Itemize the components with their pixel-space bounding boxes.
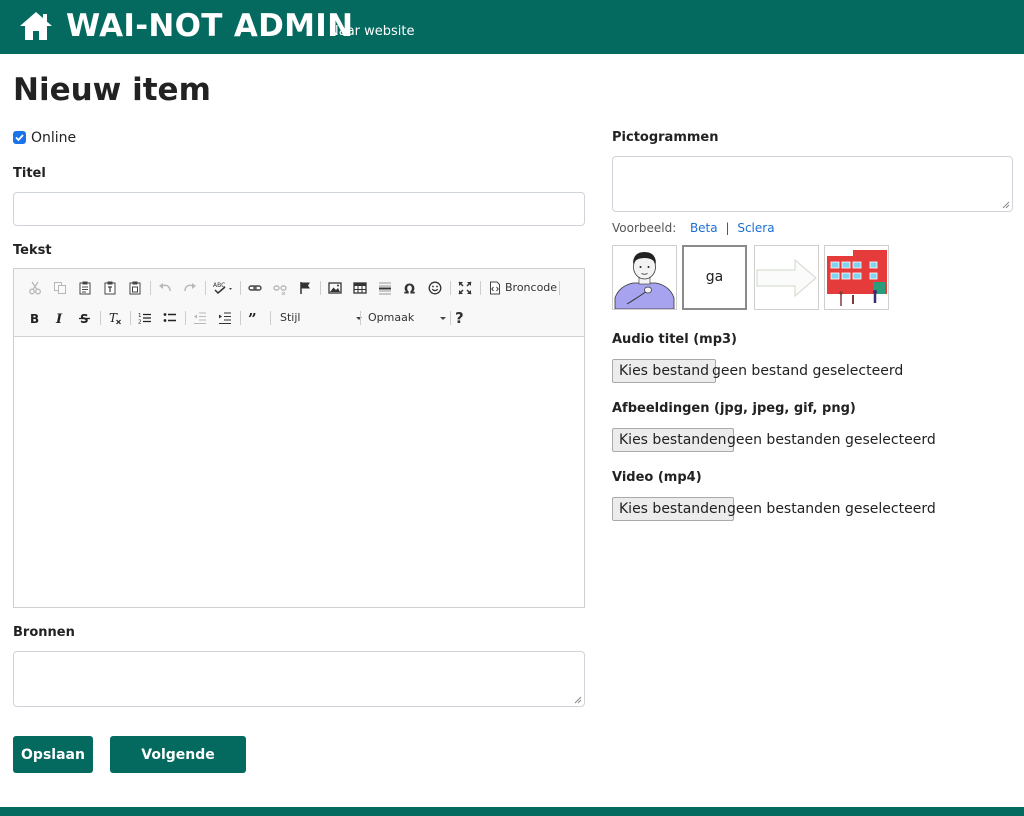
paste-icon[interactable] (76, 279, 94, 297)
ga-text: ga (705, 269, 724, 285)
toolbar-separator (559, 281, 560, 295)
editor-toolbar: ABC Ω Broncode B I S T 1 2 ” Stijl Opmaa… (14, 269, 584, 337)
school-building-picto (824, 245, 889, 310)
audio-label: Audio titel (mp3) (612, 332, 737, 347)
outdent-icon[interactable] (191, 309, 209, 327)
paste-text-icon[interactable] (101, 279, 119, 297)
redo-icon[interactable] (181, 279, 199, 297)
page-title: Nieuw item (13, 72, 211, 108)
svg-text:I: I (55, 312, 63, 325)
resize-grip-icon[interactable] (574, 696, 582, 704)
table-icon[interactable] (351, 279, 369, 297)
unlink-icon[interactable] (271, 279, 289, 297)
indent-icon[interactable] (216, 309, 234, 327)
video-file-status: geen bestanden geselecteerd (727, 501, 936, 517)
svg-text:2: 2 (138, 320, 142, 326)
titel-input[interactable] (13, 192, 585, 226)
svg-text:Ω: Ω (404, 283, 415, 296)
preview-link-sclera[interactable]: Sclera (737, 221, 774, 235)
to-website-link[interactable]: Naar website (329, 24, 415, 39)
ga-text-picto: ga (682, 245, 747, 310)
image-icon[interactable] (326, 279, 344, 297)
video-choose-files-button[interactable]: Kies bestanden (612, 497, 734, 521)
style-dropdown[interactable]: Stijl (280, 309, 362, 327)
online-label: Online (31, 130, 77, 146)
special-char-omega-icon[interactable]: Ω (401, 279, 419, 297)
undo-icon[interactable] (156, 279, 174, 297)
bronnen-label: Bronnen (13, 625, 75, 640)
bold-icon[interactable]: B (26, 309, 44, 327)
remove-format-icon[interactable]: T (106, 309, 124, 327)
rich-text-editor: ABC Ω Broncode B I S T 1 2 ” Stijl Opmaa… (13, 268, 585, 608)
preview-label: Voorbeeld: (612, 221, 677, 235)
next-page-button[interactable]: Volgende pagina (110, 736, 246, 800)
chevron-down-icon (440, 317, 446, 320)
style-dropdown-label: Stijl (280, 311, 301, 324)
pictogrammen-textarea[interactable] (612, 156, 1013, 212)
toolbar-separator (130, 311, 131, 325)
toolbar-separator (100, 311, 101, 325)
format-dropdown-label: Opmaak (368, 311, 415, 324)
svg-text:”: ” (248, 311, 257, 325)
audio-file-status: geen bestand geselecteerd (712, 363, 904, 379)
horizontal-rule-icon[interactable] (376, 279, 394, 297)
resize-grip-icon[interactable] (1002, 201, 1010, 209)
save-button[interactable]: Opslaan (13, 736, 93, 773)
afbeeldingen-label: Afbeeldingen (jpg, jpeg, gif, png) (612, 401, 856, 416)
maximize-icon[interactable] (456, 279, 474, 297)
toolbar-separator (450, 281, 451, 295)
images-file-status: geen bestanden geselecteerd (727, 432, 936, 448)
svg-text:T: T (109, 311, 118, 325)
arrow-right-picto (754, 245, 819, 310)
online-checkbox[interactable] (13, 131, 26, 144)
editor-content-area[interactable] (14, 338, 584, 607)
paste-word-icon[interactable] (126, 279, 144, 297)
bulleted-list-icon[interactable] (161, 309, 179, 327)
brand-title[interactable]: WAI-NOT ADMIN (66, 7, 353, 45)
strikethrough-icon[interactable]: S (76, 309, 94, 327)
blockquote-icon[interactable]: ” (246, 309, 264, 327)
toolbar-separator (150, 281, 151, 295)
toolbar-separator (240, 281, 241, 295)
preview-separator: | (725, 221, 730, 235)
anchor-flag-icon[interactable] (296, 279, 314, 297)
chevron-down-icon (356, 317, 362, 320)
preview-link-beta[interactable]: Beta (690, 221, 718, 235)
spellcheck-icon[interactable]: ABC (211, 279, 235, 297)
audio-choose-file-button[interactable]: Kies bestand (612, 359, 717, 383)
source-code-icon[interactable] (486, 279, 504, 297)
help-button[interactable]: ? (455, 309, 464, 327)
home-icon[interactable] (18, 10, 54, 42)
italic-icon[interactable]: I (51, 309, 69, 327)
bronnen-textarea[interactable] (13, 651, 585, 707)
tekst-label: Tekst (13, 243, 52, 258)
toolbar-separator (320, 281, 321, 295)
smiley-icon[interactable] (426, 279, 444, 297)
numbered-list-icon[interactable]: 12 (136, 309, 154, 327)
toolbar-separator (360, 311, 361, 325)
top-navbar: WAI-NOT ADMIN Naar website (0, 0, 1024, 54)
toolbar-separator (185, 311, 186, 325)
toolbar-separator (450, 311, 451, 325)
cut-icon[interactable] (26, 279, 44, 297)
format-dropdown[interactable]: Opmaak (368, 309, 446, 327)
footer-bar (0, 807, 1024, 816)
titel-label: Titel (13, 166, 46, 181)
person-pointing-self-picto (612, 245, 677, 310)
pictogrammen-label: Pictogrammen (612, 130, 719, 145)
toolbar-separator (205, 281, 206, 295)
video-label: Video (mp4) (612, 470, 702, 485)
toolbar-separator (270, 311, 271, 325)
svg-text:1: 1 (138, 313, 142, 319)
link-icon[interactable] (246, 279, 264, 297)
toolbar-separator (480, 281, 481, 295)
toolbar-separator (240, 311, 241, 325)
preview-line: Voorbeeld: Beta | Sclera (612, 220, 775, 236)
source-code-button[interactable]: Broncode (505, 281, 557, 295)
copy-icon[interactable] (51, 279, 69, 297)
images-choose-files-button[interactable]: Kies bestanden (612, 428, 734, 452)
svg-text:B: B (30, 312, 39, 325)
